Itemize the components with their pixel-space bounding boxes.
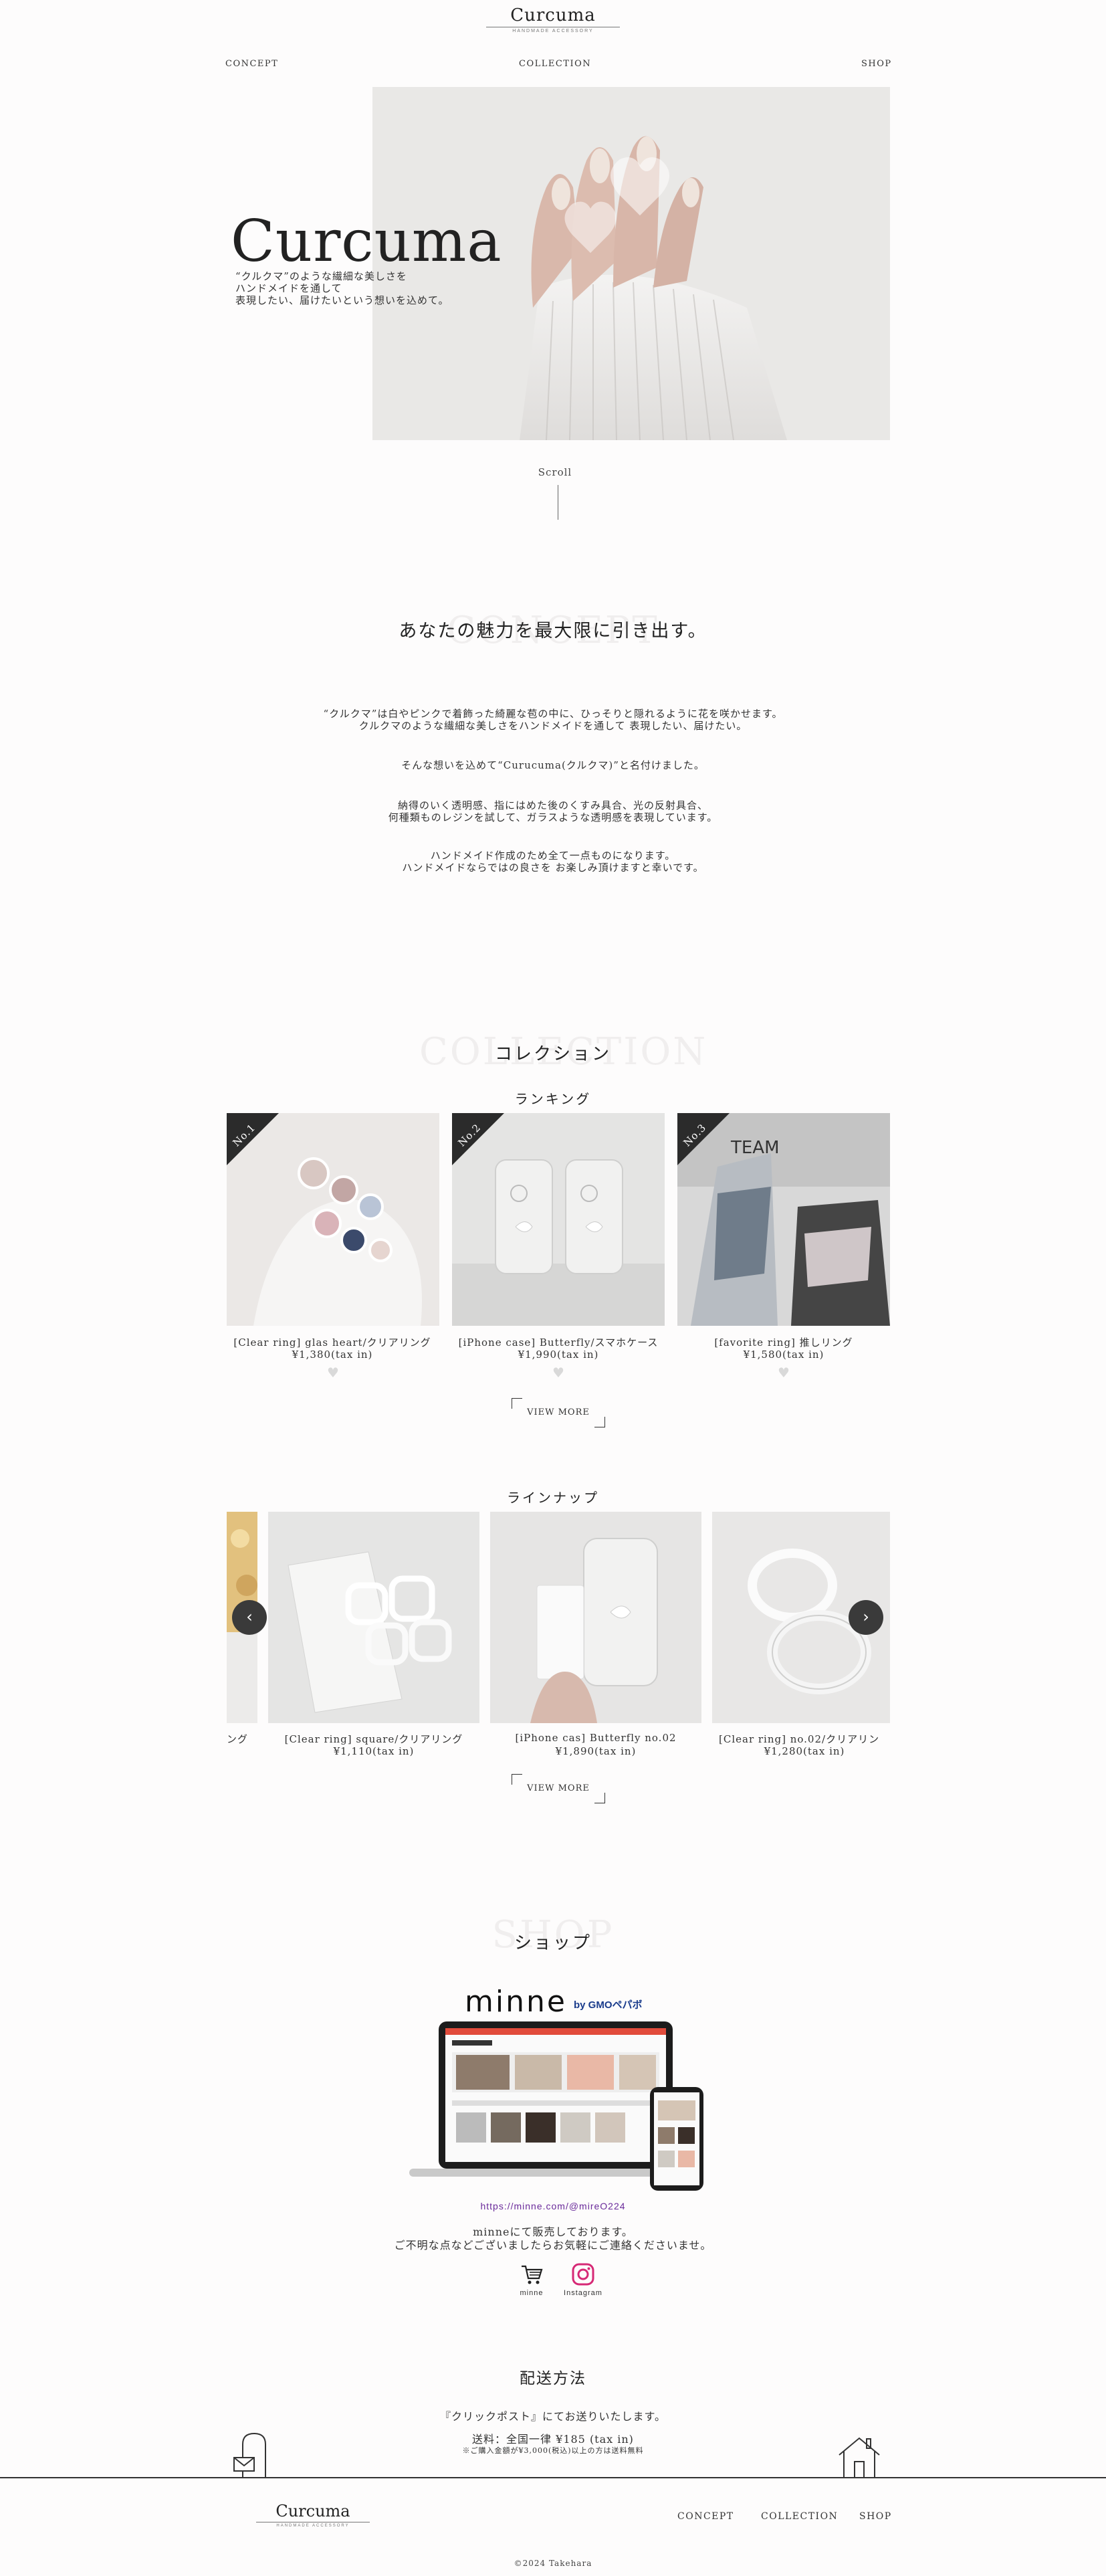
ranking-card-1[interactable]: No.1 [227,1113,439,1326]
concept-line: ハンドメイド作成のため全て一点ものになります。 [430,850,676,862]
concept-paragraph: そんな想いを込めて“Curucuma(クルクマ)”と名付けました。 [252,759,854,771]
product-price: ¥1,580(tax in) [743,1349,824,1361]
heart-icon[interactable]: ♥ [770,1365,797,1381]
view-more-label: VIEW MORE [527,1783,590,1793]
hero-copy-line: 表現したい、届けたいという想いを込めて。 [235,294,449,306]
concept-line: “クルクマ”は白やピンクで着飾った綺麗な苞の中に、ひっそりと隠れるように花を咲か… [323,708,783,720]
house-icon [836,2435,883,2478]
concept-paragraph: 納得のいく透明感、指にはめた後のくすみ具合、光の反射具合、 何種類ものレジンを試… [252,799,854,823]
concept-line: クルクマのような繊細な美しさをハンドメイドを通して 表現したい、届けたい。 [358,720,748,732]
shipping-heading: 配送方法 [520,2370,586,2387]
footer-nav-collection[interactable]: COLLECTION [761,2511,838,2522]
shipping-line: 送料：全国一律 ¥185 (tax in) [472,2433,634,2446]
footer-nav-concept[interactable]: CONCEPT [677,2511,734,2522]
product-price: ¥1,380(tax in) [292,1349,373,1361]
nav-shop[interactable]: SHOP [861,59,892,69]
square-ring-photo [268,1512,479,1723]
footer-logo[interactable]: Curcuma HANDMADE ACCESSORY [256,2502,370,2528]
instagram-link-label: Instagram [564,2289,602,2297]
shop-text-line: minneにて販売しております。 [473,2225,633,2238]
view-more-lineup-button[interactable]: VIEW MORE [512,1774,605,1803]
minne-link-label: minne [520,2289,544,2297]
mailbox-icon [233,2431,280,2478]
product-title[interactable]: [iPhone case] Butterfly/スマホケース [445,1335,672,1349]
concept-line: そんな想いを込めて“Curucuma(クルクマ)”と名付けました。 [401,759,705,771]
concept-line: ハンドメイドならではの良さを お楽しみ頂けますと幸いです。 [402,862,704,874]
minne-by-label: by GMOペパボ [574,1999,643,2011]
ranking-card-2[interactable]: No.2 [452,1113,665,1326]
shop-text: minneにて販売しております。 ご不明な点などございましたらお気軽にご連絡くだ… [352,2225,754,2252]
nav-concept[interactable]: CONCEPT [225,59,278,69]
footer-rule [0,2477,1106,2478]
cart-icon [522,2265,543,2284]
footer-nav-shop[interactable]: SHOP [859,2511,892,2522]
shop-text-line: ご不明な点などございましたらお気軽にご連絡くださいませ。 [394,2239,712,2252]
nav-collection[interactable]: COLLECTION [519,59,591,69]
product-title[interactable]: [favorite ring] 推しリング [670,1335,897,1349]
product-price: ¥1,890(tax in) [555,1745,637,1757]
svg-text:TEAM: TEAM [730,1138,780,1158]
carousel-next-button[interactable]: › [849,1600,883,1635]
copyright: ©2024 Takehara [514,2559,592,2568]
concept-paragraph: ハンドメイド作成のため全て一点ものになります。 ハンドメイドならではの良さを お… [252,850,854,874]
shop-url-link[interactable]: https://minne.com/@mireO224 [419,2201,687,2211]
product-title[interactable]: [iPhone cas] Butterfly no.02 [482,1732,709,1744]
butterfly-case-photo [490,1512,701,1723]
chevron-right-icon: › [863,1607,869,1626]
shipping-text: 『クリックポスト』にてお送りいたします。 送料：全国一律 ¥185 (tax i… [352,2411,754,2456]
footer-logo-subtitle: HANDMADE ACCESSORY [276,2524,350,2528]
ranking-card-3[interactable]: TEAM No.3 [677,1113,890,1326]
product-title[interactable]: [Clear ring] no.02/クリアリン [719,1732,890,1746]
footer-logo-name: Curcuma [275,2502,350,2520]
concept-paragraph: “クルクマ”は白やピンクで着飾った綺麗な苞の中に、ひっそりと隠れるように花を咲か… [252,708,854,732]
lineup-card-2[interactable] [490,1512,701,1723]
site-logo[interactable]: Curcuma HANDMADE ACCESSORY [486,5,620,33]
corner-decoration [594,1417,605,1427]
shop-heading: ショップ [514,1933,592,1953]
instagram-link[interactable]: Instagram [560,2262,606,2297]
view-more-label: VIEW MORE [527,1407,590,1417]
corner-decoration [594,1793,605,1803]
chevron-left-icon: ‹ [246,1607,253,1626]
hero-title: Curcuma [231,208,502,275]
hero-copy: “クルクマ”のような繊細な美しさを ハンドメイドを通して 表現したい、届けたいと… [235,270,449,306]
instagram-icon [572,2263,594,2286]
concept-line: 何種類ものレジンを試して、ガラスような透明感を表現しています。 [388,811,718,823]
collection-heading: コレクション [494,1044,611,1064]
product-title[interactable]: [Clear ring] square/クリアリング [260,1732,487,1746]
minne-link[interactable]: minne [515,2262,548,2297]
shipping-note: ※ご購入金額が¥3,000(税込)以上の方は送料無料 [462,2446,644,2455]
heart-icon[interactable]: ♥ [320,1365,346,1381]
lineup-card-1[interactable] [268,1512,479,1723]
concept-heading: あなたの魅力を最大限に引き出す。 [399,621,707,641]
product-price: ¥1,280(tax in) [764,1745,845,1757]
product-price: ¥1,990(tax in) [518,1349,599,1361]
concept-line: 納得のいく透明感、指にはめた後のくすみ具合、光の反射具合、 [397,799,708,811]
ranking-heading: ランキング [514,1091,592,1107]
scroll-label[interactable]: Scroll [522,466,588,478]
logo-name: Curcuma [510,5,596,25]
carousel-prev-button[interactable]: ‹ [232,1600,267,1635]
hero-copy-line: ハンドメイドを通して [235,282,342,294]
product-title-partial[interactable]: ング [227,1732,257,1746]
shipping-line: 『クリックポスト』にてお送りいたします。 [440,2410,666,2423]
minne-device-mockup[interactable] [409,2020,710,2197]
product-title[interactable]: [Clear ring] glas heart/クリアリング [219,1335,446,1349]
device-illustration [409,2021,703,2191]
logo-subtitle: HANDMADE ACCESSORY [512,29,594,33]
lineup-heading: ラインナップ [507,1490,599,1506]
heart-icon[interactable]: ♥ [545,1365,572,1381]
view-more-ranking-button[interactable]: VIEW MORE [512,1398,605,1427]
product-price: ¥1,110(tax in) [333,1745,415,1757]
minne-logo[interactable]: minne [465,1985,567,2019]
hero-copy-line: “クルクマ”のような繊細な美しさを [235,270,407,282]
